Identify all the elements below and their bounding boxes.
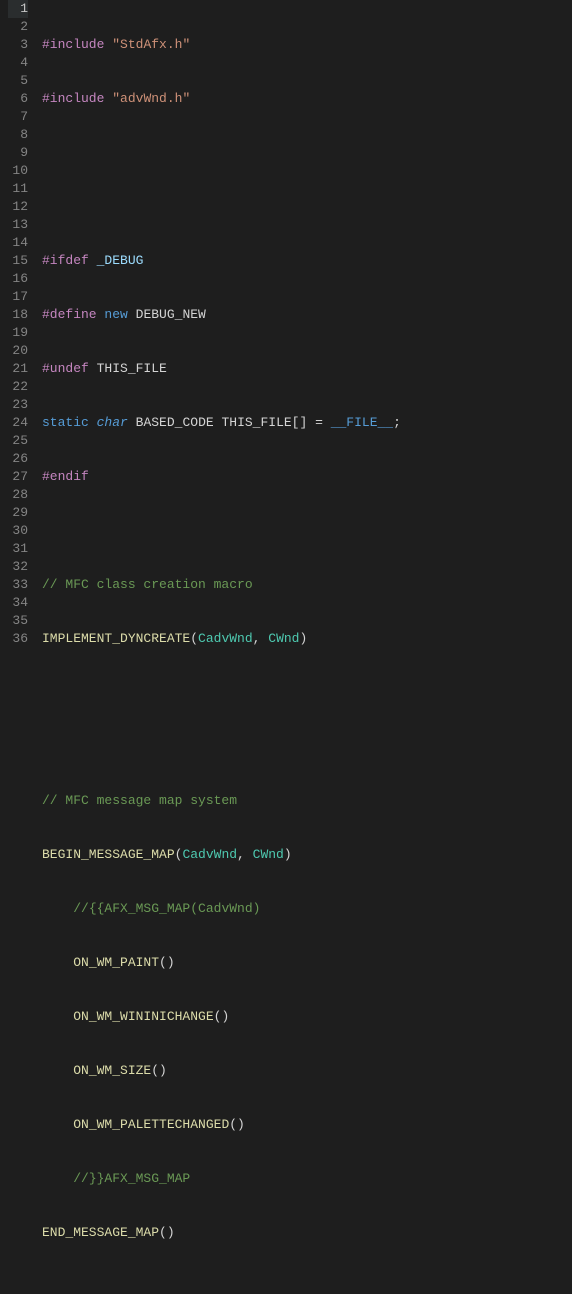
line-number: 1 [8,0,28,18]
code-line[interactable]: ON_WM_PAINT() [42,954,572,972]
code-line[interactable]: #endif [42,468,572,486]
comment: // MFC class creation macro [42,577,253,592]
code-line[interactable] [42,684,572,702]
line-number: 6 [8,90,28,108]
preprocessor: #ifdef [42,253,89,268]
line-number: 29 [8,504,28,522]
function-call: END_MESSAGE_MAP [42,1225,159,1240]
code-line[interactable] [42,738,572,756]
line-number: 11 [8,180,28,198]
identifier: _DEBUG [97,253,144,268]
keyword: static [42,415,89,430]
line-number: 21 [8,360,28,378]
line-number: 30 [8,522,28,540]
code-line[interactable]: static char BASED_CODE THIS_FILE[] = __F… [42,414,572,432]
preprocessor: #undef [42,361,89,376]
code-line[interactable] [42,144,572,162]
line-number: 36 [8,630,28,648]
code-line[interactable] [42,198,572,216]
code-editor[interactable]: 1 2 3 4 5 6 7 8 9 10 11 12 13 14 15 16 1… [0,0,572,647]
function-call: ON_WM_PAINT [73,955,159,970]
code-line[interactable]: #define new DEBUG_NEW [42,306,572,324]
preprocessor: #endif [42,469,89,484]
line-number: 25 [8,432,28,450]
code-line[interactable]: //{{AFX_MSG_MAP(CadvWnd) [42,900,572,918]
line-number: 32 [8,558,28,576]
string-literal: "advWnd.h" [112,91,190,106]
line-number: 28 [8,486,28,504]
function-call: ON_WM_PALETTECHANGED [73,1117,229,1132]
string-literal: "StdAfx.h" [112,37,190,52]
class-name: CadvWnd [182,847,237,862]
code-line[interactable]: // MFC message map system [42,792,572,810]
code-line[interactable]: #undef THIS_FILE [42,360,572,378]
code-line[interactable]: END_MESSAGE_MAP() [42,1224,572,1242]
line-number: 7 [8,108,28,126]
line-number: 24 [8,414,28,432]
class-name: CadvWnd [198,631,253,646]
line-number: 2 [8,18,28,36]
line-number: 17 [8,288,28,306]
line-number: 35 [8,612,28,630]
line-number: 12 [8,198,28,216]
line-number: 18 [8,306,28,324]
code-line[interactable]: ON_WM_WININICHANGE() [42,1008,572,1026]
line-number: 31 [8,540,28,558]
line-number: 27 [8,468,28,486]
identifier: new [104,307,127,322]
comment: //}}AFX_MSG_MAP [73,1171,190,1186]
line-number: 13 [8,216,28,234]
preprocessor: #include [42,91,104,106]
code-area[interactable]: #include "StdAfx.h" #include "advWnd.h" … [38,0,572,647]
line-number: 34 [8,594,28,612]
line-number: 5 [8,72,28,90]
function-call: ON_WM_SIZE [73,1063,151,1078]
line-number: 14 [8,234,28,252]
function-call: ON_WM_WININICHANGE [73,1009,213,1024]
code-line[interactable]: //}}AFX_MSG_MAP [42,1170,572,1188]
preprocessor: #define [42,307,97,322]
comment: //{{AFX_MSG_MAP(CadvWnd) [73,901,260,916]
line-number: 19 [8,324,28,342]
code-line[interactable]: #ifdef _DEBUG [42,252,572,270]
line-number: 16 [8,270,28,288]
punctuation: ; [393,415,401,430]
class-name: CWnd [253,847,284,862]
line-number: 20 [8,342,28,360]
identifier: BASED_CODE THIS_FILE[] = [136,415,331,430]
line-number: 8 [8,126,28,144]
line-number: 4 [8,54,28,72]
line-number: 3 [8,36,28,54]
code-line[interactable]: // MFC class creation macro [42,576,572,594]
class-name: CWnd [268,631,299,646]
line-number: 10 [8,162,28,180]
code-line[interactable] [42,1278,572,1294]
code-line[interactable]: IMPLEMENT_DYNCREATE(CadvWnd, CWnd) [42,630,572,648]
code-line[interactable]: ON_WM_PALETTECHANGED() [42,1116,572,1134]
function-call: IMPLEMENT_DYNCREATE [42,631,190,646]
code-line[interactable]: #include "advWnd.h" [42,90,572,108]
type: char [97,415,128,430]
line-number: 23 [8,396,28,414]
line-number-gutter: 1 2 3 4 5 6 7 8 9 10 11 12 13 14 15 16 1… [0,0,38,647]
line-number: 15 [8,252,28,270]
code-line[interactable]: ON_WM_SIZE() [42,1062,572,1080]
code-line[interactable]: #include "StdAfx.h" [42,36,572,54]
line-number: 26 [8,450,28,468]
line-number: 33 [8,576,28,594]
line-number: 22 [8,378,28,396]
function-call: BEGIN_MESSAGE_MAP [42,847,175,862]
identifier: DEBUG_NEW [136,307,206,322]
preprocessor: #include [42,37,104,52]
code-line[interactable] [42,522,572,540]
identifier: THIS_FILE [97,361,167,376]
line-number: 9 [8,144,28,162]
code-line[interactable]: BEGIN_MESSAGE_MAP(CadvWnd, CWnd) [42,846,572,864]
comment: // MFC message map system [42,793,237,808]
macro: __FILE__ [331,415,393,430]
